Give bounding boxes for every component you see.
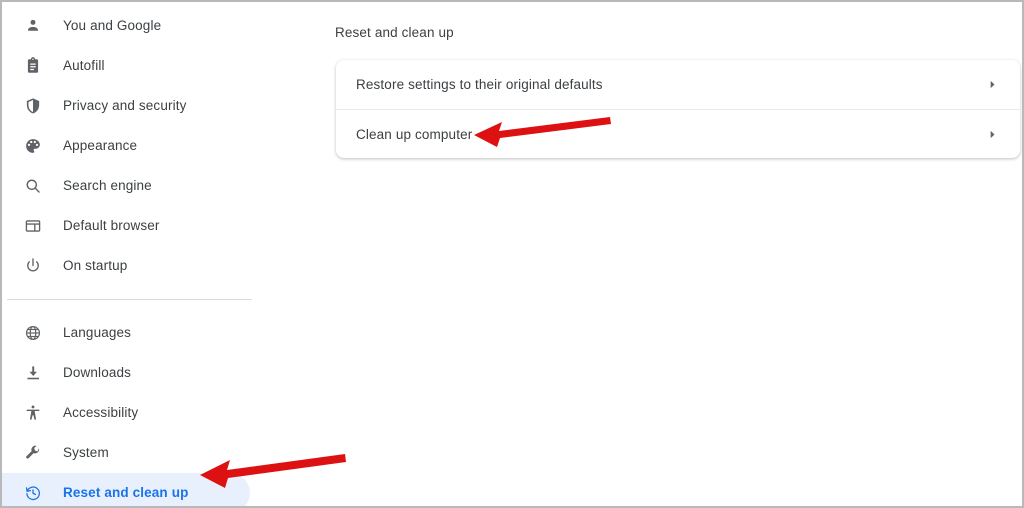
sidebar-item-label: Autofill xyxy=(63,58,105,73)
row-restore-settings-to-defaults[interactable]: Restore settings to their original defau… xyxy=(336,60,1020,109)
sidebar-item-label: Reset and clean up xyxy=(63,485,189,500)
sidebar-divider xyxy=(7,299,252,300)
search-icon xyxy=(22,175,44,197)
sidebar-item-label: You and Google xyxy=(63,18,162,33)
sidebar-item-label: Search engine xyxy=(63,178,152,193)
sidebar-item-label: Languages xyxy=(63,325,132,340)
chevron-right-icon xyxy=(986,79,998,91)
sidebar-item-autofill[interactable]: Autofill xyxy=(2,46,250,86)
page-title: Reset and clean up xyxy=(335,25,454,40)
sidebar-item-default-browser[interactable]: Default browser xyxy=(2,206,250,246)
power-icon xyxy=(22,255,44,277)
wrench-icon xyxy=(22,442,44,464)
globe-icon xyxy=(22,322,44,344)
palette-icon xyxy=(22,135,44,157)
sidebar-item-reset-and-clean-up[interactable]: Reset and clean up xyxy=(2,473,250,506)
sidebar-item-label: Appearance xyxy=(63,138,138,153)
sidebar-item-on-startup[interactable]: On startup xyxy=(2,246,250,286)
sidebar-item-privacy-and-security[interactable]: Privacy and security xyxy=(2,86,250,126)
sidebar-item-label: On startup xyxy=(63,258,128,273)
sidebar-item-appearance[interactable]: Appearance xyxy=(2,126,250,166)
sidebar-item-system[interactable]: System xyxy=(2,433,250,473)
shield-icon xyxy=(22,95,44,117)
sidebar-item-languages[interactable]: Languages xyxy=(2,313,250,353)
sidebar-group-advanced: Languages Downloads Accessibility System… xyxy=(2,313,258,506)
sidebar-item-label: Accessibility xyxy=(63,405,139,420)
settings-content: Reset and clean up Restore settings to t… xyxy=(258,2,1022,506)
sidebar-item-label: Downloads xyxy=(63,365,132,380)
sidebar-item-label: System xyxy=(63,445,109,460)
sidebar-item-downloads[interactable]: Downloads xyxy=(2,353,250,393)
sidebar-item-search-engine[interactable]: Search engine xyxy=(2,166,250,206)
chevron-right-icon xyxy=(986,128,998,140)
row-label: Restore settings to their original defau… xyxy=(356,77,603,92)
sidebar-group-primary: You and Google Autofill Privacy and secu… xyxy=(2,2,258,286)
reset-and-clean-up-card: Restore settings to their original defau… xyxy=(336,60,1020,158)
browser-window-icon xyxy=(22,215,44,237)
history-restore-icon xyxy=(22,482,44,504)
sidebar-item-label: Privacy and security xyxy=(63,98,187,113)
person-icon xyxy=(22,15,44,37)
sidebar-item-you-and-google[interactable]: You and Google xyxy=(2,6,250,46)
settings-window: You and Google Autofill Privacy and secu… xyxy=(0,0,1024,508)
accessibility-icon xyxy=(22,402,44,424)
settings-sidebar: You and Google Autofill Privacy and secu… xyxy=(2,2,258,506)
download-icon xyxy=(22,362,44,384)
row-clean-up-computer[interactable]: Clean up computer xyxy=(336,109,1020,158)
row-label: Clean up computer xyxy=(356,126,473,142)
sidebar-item-label: Default browser xyxy=(63,218,160,233)
clipboard-icon xyxy=(22,55,44,77)
sidebar-item-accessibility[interactable]: Accessibility xyxy=(2,393,250,433)
